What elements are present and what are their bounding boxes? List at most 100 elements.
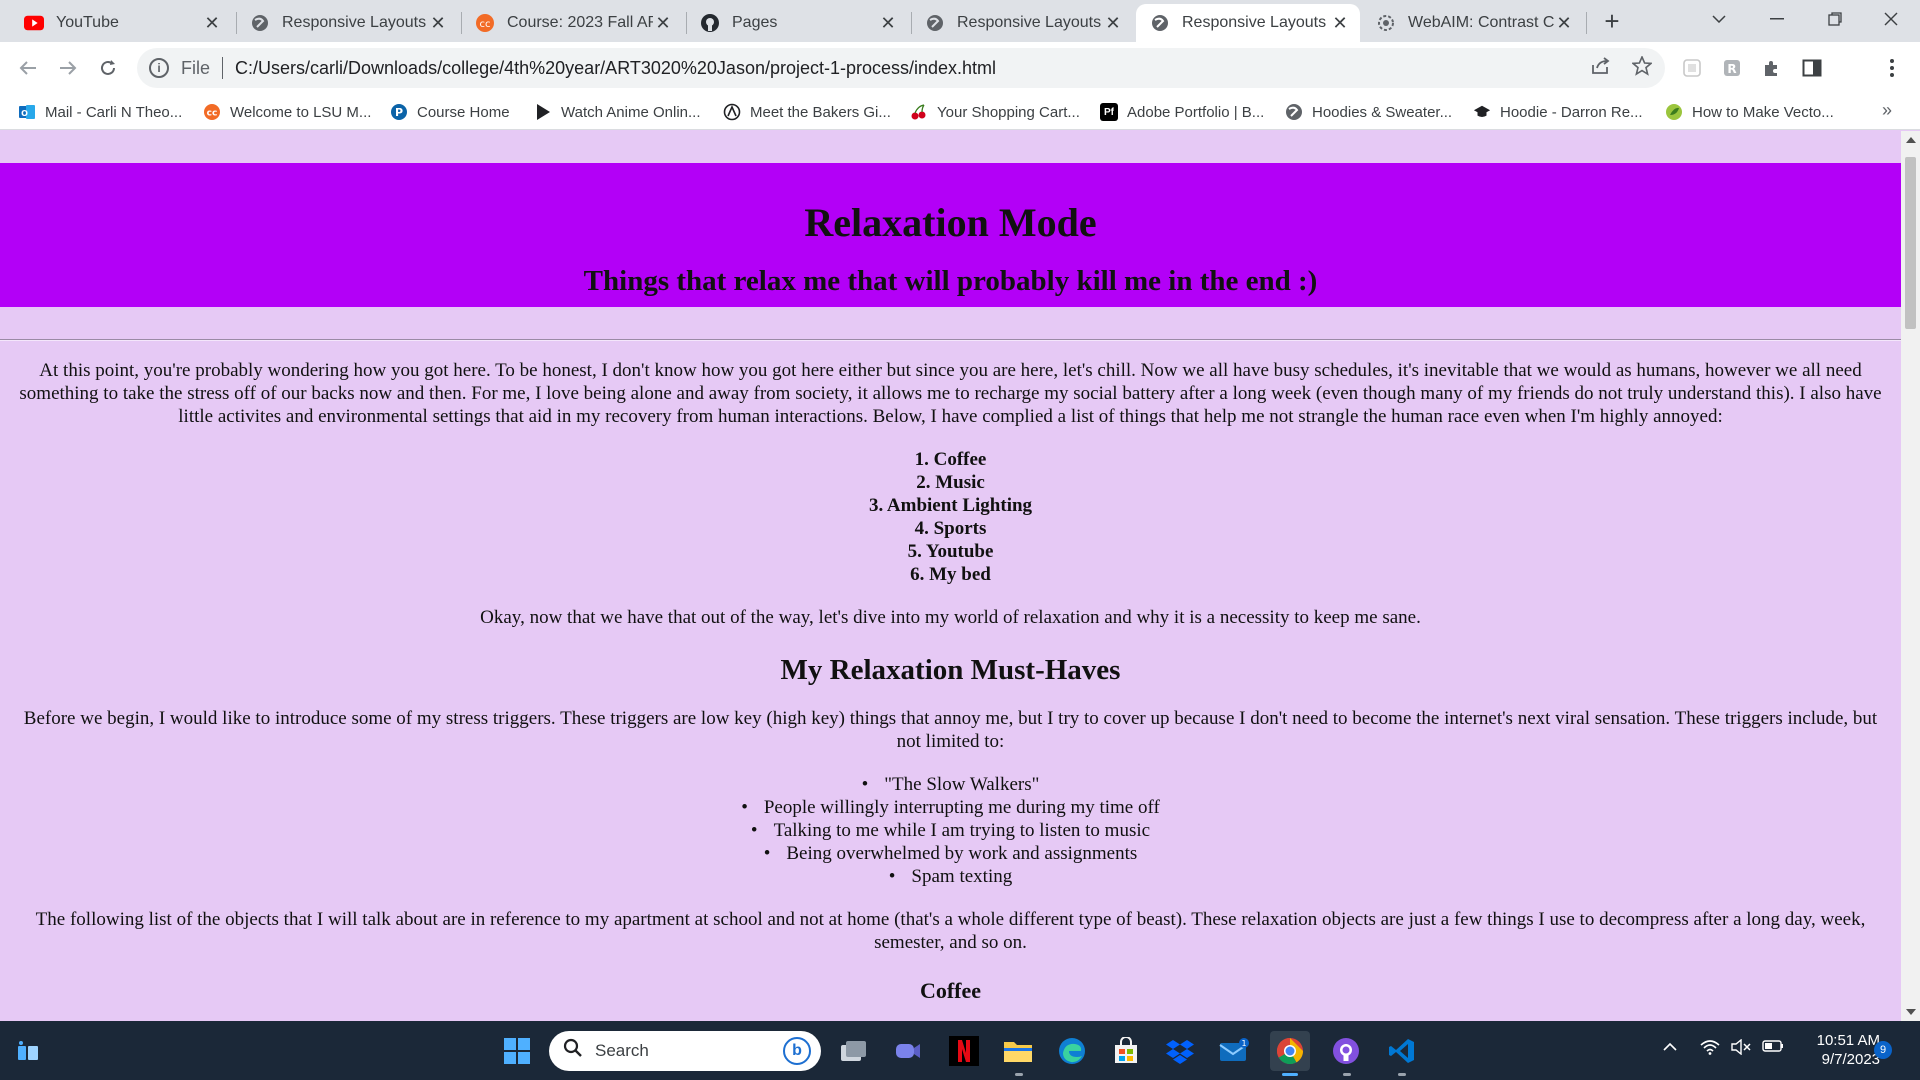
- reader-extension-icon: R: [1724, 60, 1740, 76]
- svg-text:cc: cc: [480, 19, 491, 30]
- scroll-down-arrow-icon[interactable]: [1906, 1009, 1916, 1015]
- start-button[interactable]: [497, 1031, 537, 1071]
- mail-button[interactable]: 1: [1214, 1031, 1254, 1071]
- close-icon[interactable]: ✕: [202, 13, 222, 33]
- file-explorer-icon: [1004, 1042, 1032, 1062]
- dropbox-button[interactable]: [1160, 1031, 1200, 1071]
- webaim-icon: [1376, 13, 1396, 33]
- tab-youtube[interactable]: YouTube ✕: [10, 4, 232, 42]
- tab-course[interactable]: cc Course: 2023 Fall ART ✕: [461, 4, 683, 42]
- horizontal-rule: [0, 339, 1901, 341]
- bookmark-course-home[interactable]: P Course Home: [390, 100, 510, 124]
- share-button[interactable]: [1585, 50, 1617, 82]
- running-indicator: [1398, 1073, 1406, 1076]
- volume-button[interactable]: [1731, 1038, 1753, 1060]
- battery-button[interactable]: [1762, 1039, 1784, 1058]
- bookmark-shopping-cart[interactable]: Your Shopping Cart...: [910, 100, 1080, 124]
- bookmark-anime[interactable]: Watch Anime Onlin...: [534, 100, 701, 124]
- forward-button[interactable]: [52, 52, 84, 84]
- tab-webaim[interactable]: WebAIM: Contrast Ch ✕: [1362, 4, 1584, 42]
- bookmark-lsu[interactable]: cc Welcome to LSU M...: [203, 100, 371, 124]
- list-item: 2. Music: [916, 472, 985, 493]
- close-icon[interactable]: ✕: [1554, 13, 1574, 33]
- close-icon[interactable]: ✕: [1330, 13, 1350, 33]
- store-button[interactable]: [1106, 1031, 1146, 1071]
- netflix-button[interactable]: [944, 1031, 984, 1071]
- close-icon[interactable]: ✕: [653, 13, 673, 33]
- bookmark-vector[interactable]: How to Make Vecto...: [1665, 100, 1834, 124]
- star-icon: [1632, 56, 1652, 76]
- close-icon[interactable]: ✕: [428, 13, 448, 33]
- chrome-button[interactable]: [1270, 1031, 1310, 1071]
- scrollbar-thumb[interactable]: [1905, 157, 1916, 329]
- reload-button[interactable]: [92, 52, 124, 84]
- chrome-icon: [1276, 1037, 1304, 1065]
- bookmark-hoodies[interactable]: Hoodies & Sweater...: [1285, 100, 1452, 124]
- show-hidden-icons-button[interactable]: [1662, 1039, 1678, 1057]
- scroll-up-arrow-icon[interactable]: [1906, 137, 1916, 143]
- minimize-button[interactable]: [1748, 0, 1806, 38]
- page-viewport: Relaxation Mode Things that relax me tha…: [0, 131, 1901, 1021]
- github-desktop-button[interactable]: [1326, 1031, 1366, 1071]
- info-icon[interactable]: i: [149, 58, 169, 78]
- extension-button[interactable]: [1676, 52, 1708, 84]
- bookmark-bakers[interactable]: Meet the Bakers Gi...: [723, 100, 891, 124]
- address-url[interactable]: C:/Users/carli/Downloads/college/4th%20y…: [235, 58, 996, 79]
- teams-button[interactable]: [888, 1031, 928, 1071]
- menu-button[interactable]: [1876, 52, 1908, 84]
- task-view-button[interactable]: [834, 1031, 874, 1071]
- play-icon: [534, 103, 552, 121]
- extension-button[interactable]: R: [1716, 52, 1748, 84]
- taskbar-search[interactable]: Search b: [549, 1031, 821, 1071]
- tab-responsive-layouts-active[interactable]: Responsive Layouts ✕: [1136, 4, 1360, 42]
- side-panel-button[interactable]: [1796, 52, 1828, 84]
- bookmark-mail[interactable]: O Mail - Carli N Theo...: [18, 100, 182, 124]
- notification-badge[interactable]: 9: [1874, 1041, 1892, 1059]
- new-tab-button[interactable]: +: [1597, 6, 1627, 36]
- list-item: 4. Sports: [914, 518, 987, 539]
- windows-taskbar: Search b 1 10:51 AM 9/7/2023 9: [0, 1021, 1920, 1080]
- tab-search-button[interactable]: [1690, 0, 1748, 38]
- bookmark-label: Your Shopping Cart...: [937, 103, 1080, 121]
- system-clock[interactable]: 10:51 AM 9/7/2023: [1790, 1031, 1880, 1069]
- back-button[interactable]: [12, 52, 44, 84]
- more-bookmarks-button[interactable]: »: [1882, 100, 1892, 121]
- tab-responsive-layouts-1[interactable]: Responsive Layouts ✕: [236, 4, 458, 42]
- tab-responsive-layouts-2[interactable]: Responsive Layouts ✕: [911, 4, 1133, 42]
- more-vertical-icon: [1890, 59, 1894, 77]
- github-icon: [700, 13, 720, 33]
- widgets-button[interactable]: [8, 1031, 48, 1071]
- chevron-up-icon: [1663, 1042, 1677, 1051]
- close-icon: [1884, 12, 1898, 26]
- search-icon: [563, 1038, 583, 1064]
- restore-button[interactable]: [1806, 0, 1864, 38]
- list-item: 5. Youtube: [907, 541, 994, 562]
- edge-button[interactable]: [1052, 1031, 1092, 1071]
- volume-muted-icon: [1731, 1038, 1751, 1056]
- close-window-button[interactable]: [1862, 0, 1920, 38]
- svg-text:R: R: [1727, 62, 1736, 76]
- tab-pages[interactable]: Pages ✕: [686, 4, 908, 42]
- bookmark-label: Adobe Portfolio | B...: [1127, 103, 1265, 121]
- extensions-button[interactable]: [1756, 52, 1788, 84]
- vscode-button[interactable]: [1382, 1031, 1422, 1071]
- bing-icon[interactable]: b: [783, 1037, 811, 1065]
- bookmark-star-button[interactable]: [1626, 50, 1658, 82]
- objects-paragraph: The following list of the objects that I…: [35, 909, 1866, 953]
- page-content: At this point, you're probably wondering…: [12, 359, 1889, 1004]
- bookmark-label: Watch Anime Onlin...: [561, 103, 701, 121]
- bookmark-label: How to Make Vecto...: [1692, 103, 1834, 121]
- reload-icon: [101, 60, 115, 75]
- bookmark-label: Hoodies & Sweater...: [1312, 103, 1453, 121]
- file-explorer-button[interactable]: [998, 1031, 1038, 1071]
- bookmark-hoodie-darron[interactable]: Hoodie - Darron Re...: [1473, 100, 1643, 124]
- address-bar[interactable]: i File C:/Users/carli/Downloads/college/…: [137, 48, 1665, 88]
- mail-badge: 1: [1241, 1039, 1246, 1048]
- close-icon[interactable]: ✕: [1103, 13, 1123, 33]
- bookmark-adobe-portfolio[interactable]: Pf Adobe Portfolio | B...: [1100, 100, 1264, 124]
- edge-icon: [1059, 1038, 1085, 1064]
- wifi-button[interactable]: [1700, 1039, 1720, 1060]
- chevron-down-icon: [1712, 15, 1726, 23]
- close-icon[interactable]: ✕: [878, 13, 898, 33]
- vertical-scrollbar[interactable]: [1901, 131, 1920, 1021]
